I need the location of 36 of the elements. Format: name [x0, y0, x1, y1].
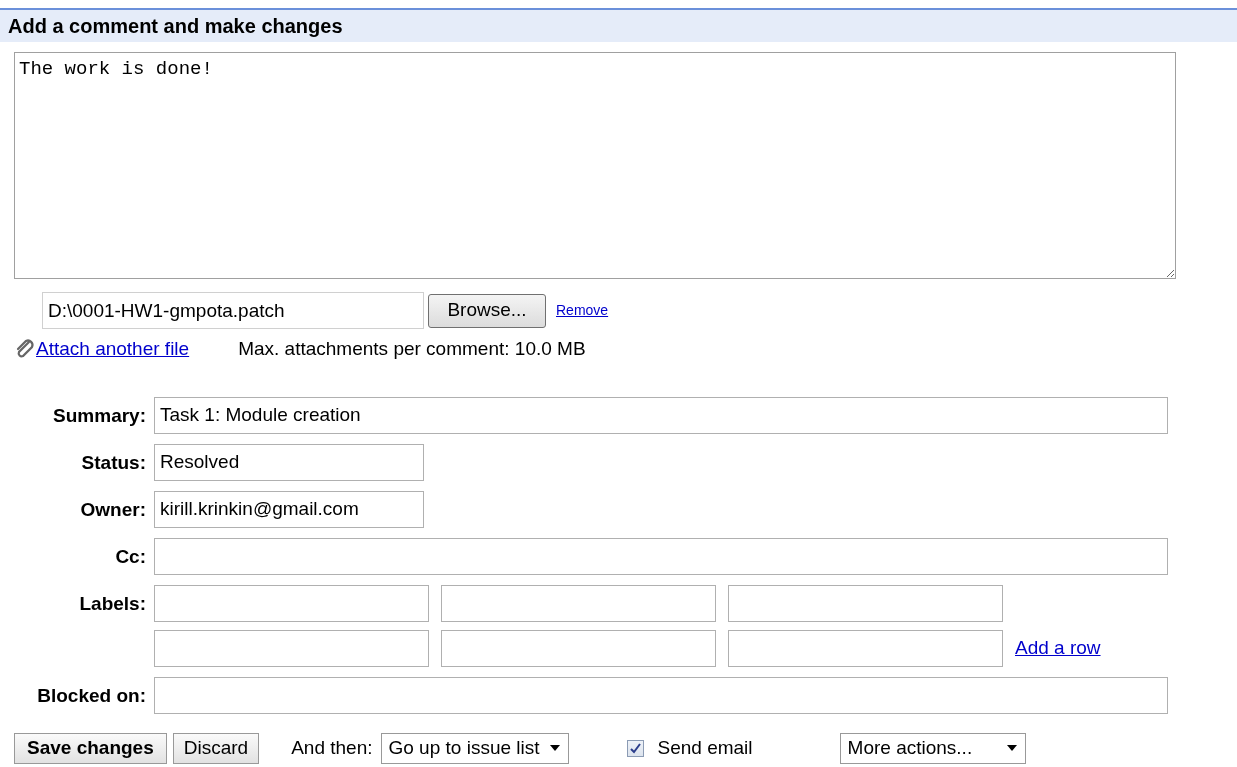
field-label: Status:	[80, 450, 146, 475]
field-label: Labels:	[78, 591, 146, 616]
text-field[interactable]: Task 1: Module creation	[154, 396, 1168, 434]
caret-icon	[548, 744, 561, 752]
section-title: Add a comment and make changes	[8, 14, 343, 39]
dropdown-value: Go up to issue list	[388, 735, 540, 760]
label-field[interactable]	[154, 629, 429, 667]
attachment-limit: Max. attachments per comment: 10.0 MB	[238, 337, 586, 361]
field-label: Blocked on:	[36, 683, 146, 708]
label-field[interactable]	[441, 584, 716, 622]
label-field[interactable]	[728, 584, 1003, 622]
label-field[interactable]	[728, 629, 1003, 667]
field-label: Cc:	[114, 544, 146, 569]
text-field[interactable]: kirill.krinkin@gmail.com	[154, 490, 424, 528]
label-field[interactable]	[441, 629, 716, 667]
and-then-dropdown[interactable]: Go up to issue list	[380, 732, 569, 764]
save-button[interactable]: Save changes	[14, 732, 167, 764]
dropdown-value: More actions...	[847, 735, 973, 760]
field-label: Summary:	[52, 403, 146, 428]
add-row-link[interactable]: Add a row	[1015, 633, 1101, 663]
label-field[interactable]	[154, 584, 429, 622]
and-then-label: And then:	[291, 735, 373, 760]
caret-icon	[1005, 744, 1018, 752]
text-field[interactable]: Resolved	[154, 443, 424, 481]
text-field[interactable]	[154, 537, 1168, 575]
text-field[interactable]	[154, 676, 1168, 714]
attach-file-link[interactable]: Attach another file	[36, 335, 190, 364]
comment-field[interactable]: The work is done!	[14, 52, 1176, 279]
file-path-field[interactable]: D:\0001-HW1-gmpota.patch	[42, 292, 424, 329]
more-actions-dropdown[interactable]: More actions...	[839, 732, 1026, 764]
field-label: Owner:	[79, 497, 146, 522]
send-email-label: Send email	[657, 735, 753, 760]
send-email-checkbox[interactable]	[626, 739, 644, 757]
browse-button[interactable]: Browse...	[428, 293, 546, 328]
remove-link[interactable]: Remove	[556, 300, 609, 321]
discard-button[interactable]: Discard	[172, 732, 260, 764]
